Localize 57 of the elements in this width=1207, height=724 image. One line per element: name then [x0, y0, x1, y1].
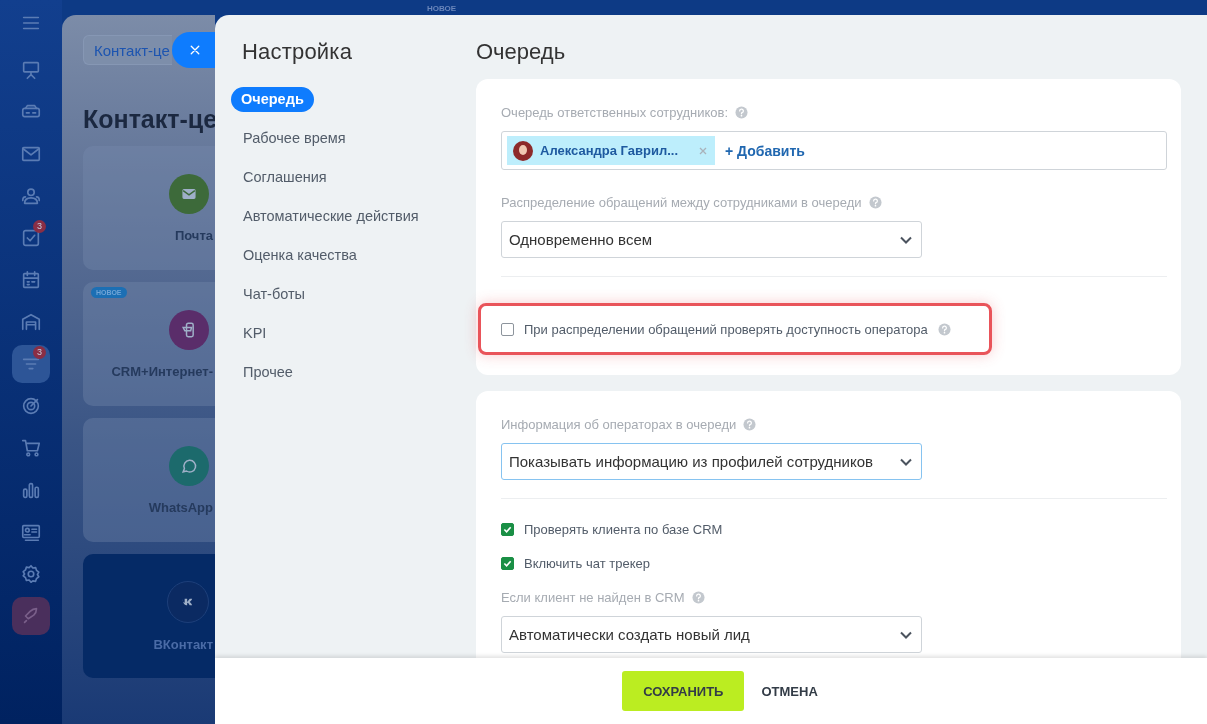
checkbox[interactable]	[501, 322, 514, 336]
remove-icon[interactable]	[699, 146, 707, 155]
new-label: НОВОЕ	[427, 4, 457, 13]
nav-item[interactable]: Оценка качества	[231, 243, 369, 268]
panel-title: Настройка	[242, 39, 354, 65]
nav-item[interactable]: Рабочее время	[231, 126, 358, 151]
select-field[interactable]: Одновременно всем	[501, 221, 922, 258]
select-field[interactable]: Показывать информацию из профилей сотрудников	[501, 443, 922, 480]
people-icon	[20, 185, 42, 207]
checkbox-label: При распределении обращений проверять доступность оператора	[524, 321, 928, 337]
nav-item[interactable]: Автоматические действия	[231, 204, 431, 229]
nav-item[interactable]: Очередь	[231, 87, 314, 112]
section-heading: Очередь	[476, 39, 567, 65]
cancel-button[interactable]: ОТМЕНА	[761, 671, 818, 711]
checkbox-label: Включить чат трекер	[524, 555, 650, 571]
channel-label: CRM+Интернет-	[111, 363, 213, 379]
count-badge: 3	[33, 346, 46, 359]
add-link[interactable]: + Добавить	[725, 142, 805, 159]
avatar-icon	[513, 140, 533, 161]
checkbox[interactable]	[501, 556, 514, 570]
checkbox[interactable]	[501, 522, 514, 536]
help-icon[interactable]	[743, 417, 757, 431]
person-chip[interactable]: Александра Гаврил...	[507, 136, 715, 165]
channel-label: ВКонтакт	[153, 636, 213, 652]
gear-icon	[20, 563, 42, 585]
sidebar-item[interactable]: 3	[12, 219, 50, 257]
people-field[interactable]: Александра Гаврил... + Добавить	[501, 131, 1167, 170]
nav-item[interactable]: Соглашения	[231, 165, 339, 190]
cart-icon	[20, 437, 42, 459]
help-icon[interactable]	[937, 322, 951, 336]
help-icon[interactable]	[735, 105, 749, 119]
calendar-icon	[20, 269, 42, 291]
select-field[interactable]: Автоматически создать новый лид	[501, 616, 922, 653]
nav-item[interactable]: KPI	[231, 321, 279, 346]
sidebar-item[interactable]	[12, 597, 50, 635]
select-value: Одновременно всем	[509, 231, 653, 248]
help-icon[interactable]	[691, 590, 705, 604]
channel-label: Почта	[174, 227, 213, 243]
nav-item[interactable]: Чат-боты	[231, 282, 317, 307]
checkbox-label: Проверять клиента по базе CRM	[524, 521, 723, 537]
garage-icon	[20, 311, 42, 333]
select-value: Показывать информацию из профилей сотрудников	[509, 453, 874, 470]
target-icon	[20, 395, 42, 417]
save-button[interactable]: СОХРАНИТЬ	[622, 671, 745, 711]
presentation-icon	[20, 59, 42, 81]
field-label: Очередь ответственных сотрудников:	[501, 104, 729, 120]
sidebar-item[interactable]: 3	[12, 345, 50, 383]
person-name: Александра Гаврил...	[540, 143, 678, 158]
nav-item[interactable]: Прочее	[231, 360, 305, 385]
task-checkbox-icon	[20, 227, 42, 249]
field-label: Информация об операторах в очереди	[501, 416, 737, 432]
field-label: Распределение обращений между сотрудниками в очереди	[501, 194, 862, 210]
count-badge: 3	[33, 220, 46, 233]
field-label: Если клиент не найден в CRM	[501, 589, 685, 605]
help-icon[interactable]	[868, 195, 882, 209]
close-button[interactable]	[172, 32, 216, 68]
select-value: Автоматически создать новый лид	[509, 626, 750, 643]
